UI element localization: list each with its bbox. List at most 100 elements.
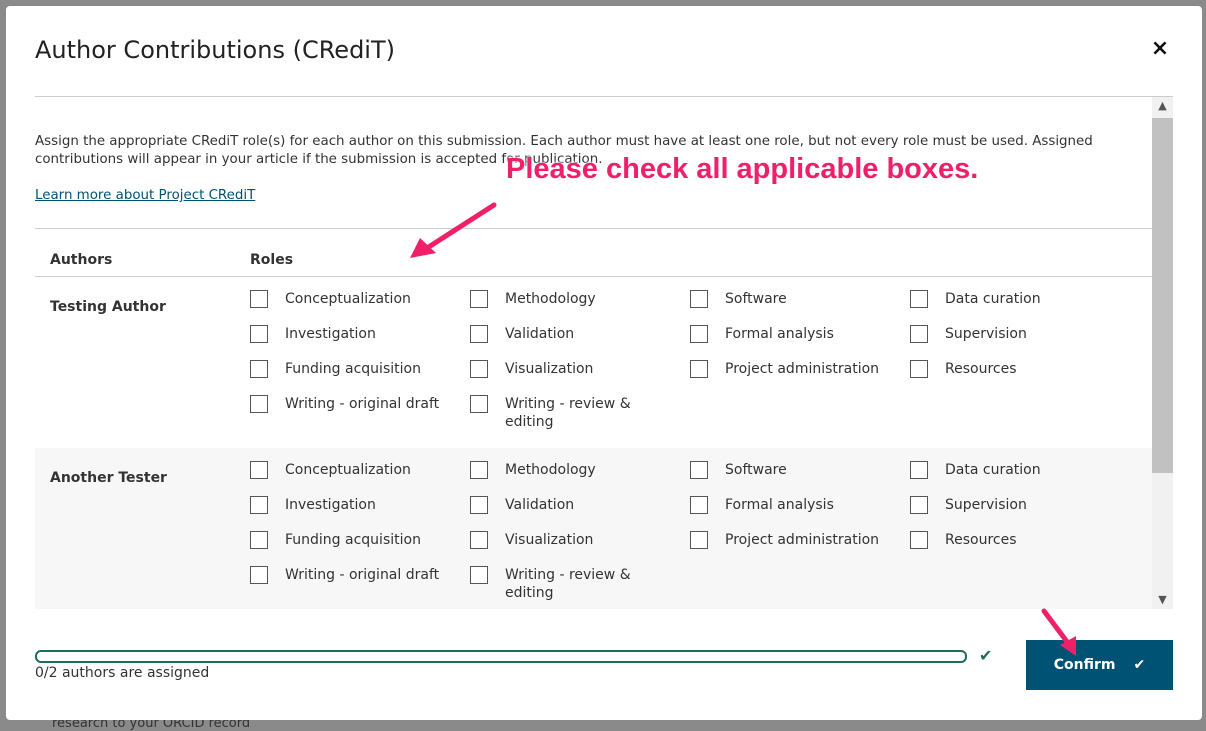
learn-more-link[interactable]: Learn more about Project CRediT — [35, 188, 255, 203]
role-option[interactable]: Conceptualization — [250, 461, 411, 479]
role-checkbox[interactable] — [470, 325, 488, 343]
role-option[interactable]: Data curation — [910, 461, 1041, 479]
role-checkbox[interactable] — [470, 496, 488, 514]
role-option[interactable]: Formal analysis — [690, 325, 834, 343]
role-label: Conceptualization — [285, 291, 411, 307]
role-checkbox[interactable] — [250, 325, 268, 343]
chevron-down-icon[interactable]: ▼ — [1152, 591, 1173, 609]
role-option[interactable]: Project administration — [690, 531, 879, 549]
role-checkbox[interactable] — [470, 360, 488, 378]
credit-modal: Author Contributions (CRediT) × Assign t… — [6, 6, 1202, 720]
role-option[interactable]: Visualization — [470, 531, 593, 549]
role-checkbox[interactable] — [470, 461, 488, 479]
role-option[interactable]: Investigation — [250, 496, 376, 514]
role-checkbox[interactable] — [690, 360, 708, 378]
role-checkbox[interactable] — [250, 531, 268, 549]
progress-text: 0/2 authors are assigned — [35, 665, 210, 681]
role-label: Data curation — [945, 291, 1041, 307]
role-checkbox[interactable] — [470, 566, 488, 584]
role-label: Conceptualization — [285, 462, 411, 478]
role-label: Resources — [945, 532, 1017, 548]
role-checkbox[interactable] — [690, 325, 708, 343]
role-option[interactable]: Validation — [470, 496, 574, 514]
role-checkbox[interactable] — [250, 395, 268, 413]
check-icon: ✔ — [979, 646, 993, 665]
role-checkbox[interactable] — [250, 360, 268, 378]
roles-column-header: Roles — [250, 252, 294, 268]
role-label: Writing - review & editing — [505, 396, 631, 430]
annotation-arrow-icon — [1041, 608, 1076, 656]
role-label: Supervision — [945, 497, 1027, 513]
role-label: Writing - original draft — [285, 567, 440, 583]
annotation-text: Please check all applicable boxes. — [506, 153, 979, 185]
role-checkbox[interactable] — [690, 531, 708, 549]
role-option[interactable]: Supervision — [910, 496, 1027, 514]
modal-title: Author Contributions (CRediT) — [35, 36, 395, 64]
role-option[interactable]: Data curation — [910, 290, 1041, 308]
role-option[interactable]: Resources — [910, 531, 1017, 549]
role-checkbox[interactable] — [470, 290, 488, 308]
role-checkbox[interactable] — [470, 531, 488, 549]
scrollbar[interactable]: ▲ ▼ — [1152, 97, 1173, 609]
role-label: Software — [725, 291, 787, 307]
role-label: Formal analysis — [725, 326, 834, 342]
role-option[interactable]: Writing - review & editing — [470, 395, 635, 431]
close-icon[interactable]: × — [1150, 38, 1170, 60]
role-option[interactable]: Funding acquisition — [250, 531, 421, 549]
progress-bar — [35, 650, 967, 663]
role-label: Methodology — [505, 462, 596, 478]
author-name: Testing Author — [50, 299, 166, 315]
role-label: Validation — [505, 497, 575, 513]
role-checkbox[interactable] — [690, 290, 708, 308]
role-label: Formal analysis — [725, 497, 834, 513]
role-label: Funding acquisition — [285, 361, 421, 377]
role-label: Project administration — [725, 361, 880, 377]
role-label: Resources — [945, 361, 1017, 377]
role-option[interactable]: Resources — [910, 360, 1017, 378]
role-checkbox[interactable] — [910, 496, 928, 514]
role-option[interactable]: Conceptualization — [250, 290, 411, 308]
role-label: Visualization — [505, 361, 594, 377]
role-label: Software — [725, 462, 787, 478]
role-checkbox[interactable] — [250, 566, 268, 584]
role-option[interactable]: Formal analysis — [690, 496, 834, 514]
role-label: Data curation — [945, 462, 1041, 478]
role-label: Visualization — [505, 532, 594, 548]
role-checkbox[interactable] — [910, 325, 928, 343]
role-checkbox[interactable] — [250, 290, 268, 308]
role-label: Funding acquisition — [285, 532, 421, 548]
role-option[interactable]: Methodology — [470, 290, 596, 308]
role-option[interactable]: Methodology — [470, 461, 596, 479]
role-checkbox[interactable] — [910, 461, 928, 479]
role-checkbox[interactable] — [690, 496, 708, 514]
role-label: Writing - original draft — [285, 396, 440, 412]
role-checkbox[interactable] — [470, 395, 488, 413]
chevron-up-icon[interactable]: ▲ — [1152, 97, 1173, 115]
role-option[interactable]: Funding acquisition — [250, 360, 421, 378]
author-row: Another Tester Conceptualization Methodol… — [35, 448, 1152, 609]
role-checkbox[interactable] — [690, 461, 708, 479]
role-option[interactable]: Software — [690, 461, 787, 479]
role-label: Validation — [505, 326, 575, 342]
authors-column-header: Authors — [50, 252, 113, 268]
scrollbar-thumb[interactable] — [1152, 118, 1173, 473]
annotation-arrow-icon — [410, 202, 497, 258]
role-checkbox[interactable] — [250, 461, 268, 479]
role-label: Writing - review & editing — [505, 567, 631, 601]
role-label: Methodology — [505, 291, 596, 307]
role-option[interactable]: Writing - review & editing — [470, 566, 635, 602]
role-option[interactable]: Software — [690, 290, 787, 308]
role-option[interactable]: Validation — [470, 325, 574, 343]
role-option[interactable]: Investigation — [250, 325, 376, 343]
role-checkbox[interactable] — [910, 290, 928, 308]
role-checkbox[interactable] — [910, 360, 928, 378]
role-option[interactable]: Writing - original draft — [250, 566, 439, 584]
role-option[interactable]: Supervision — [910, 325, 1027, 343]
role-checkbox[interactable] — [910, 531, 928, 549]
role-checkbox[interactable] — [250, 496, 268, 514]
role-option[interactable]: Visualization — [470, 360, 593, 378]
divider — [35, 228, 1152, 229]
role-option[interactable]: Writing - original draft — [250, 395, 439, 413]
role-option[interactable]: Project administration — [690, 360, 879, 378]
check-icon: ✔ — [1133, 657, 1146, 673]
